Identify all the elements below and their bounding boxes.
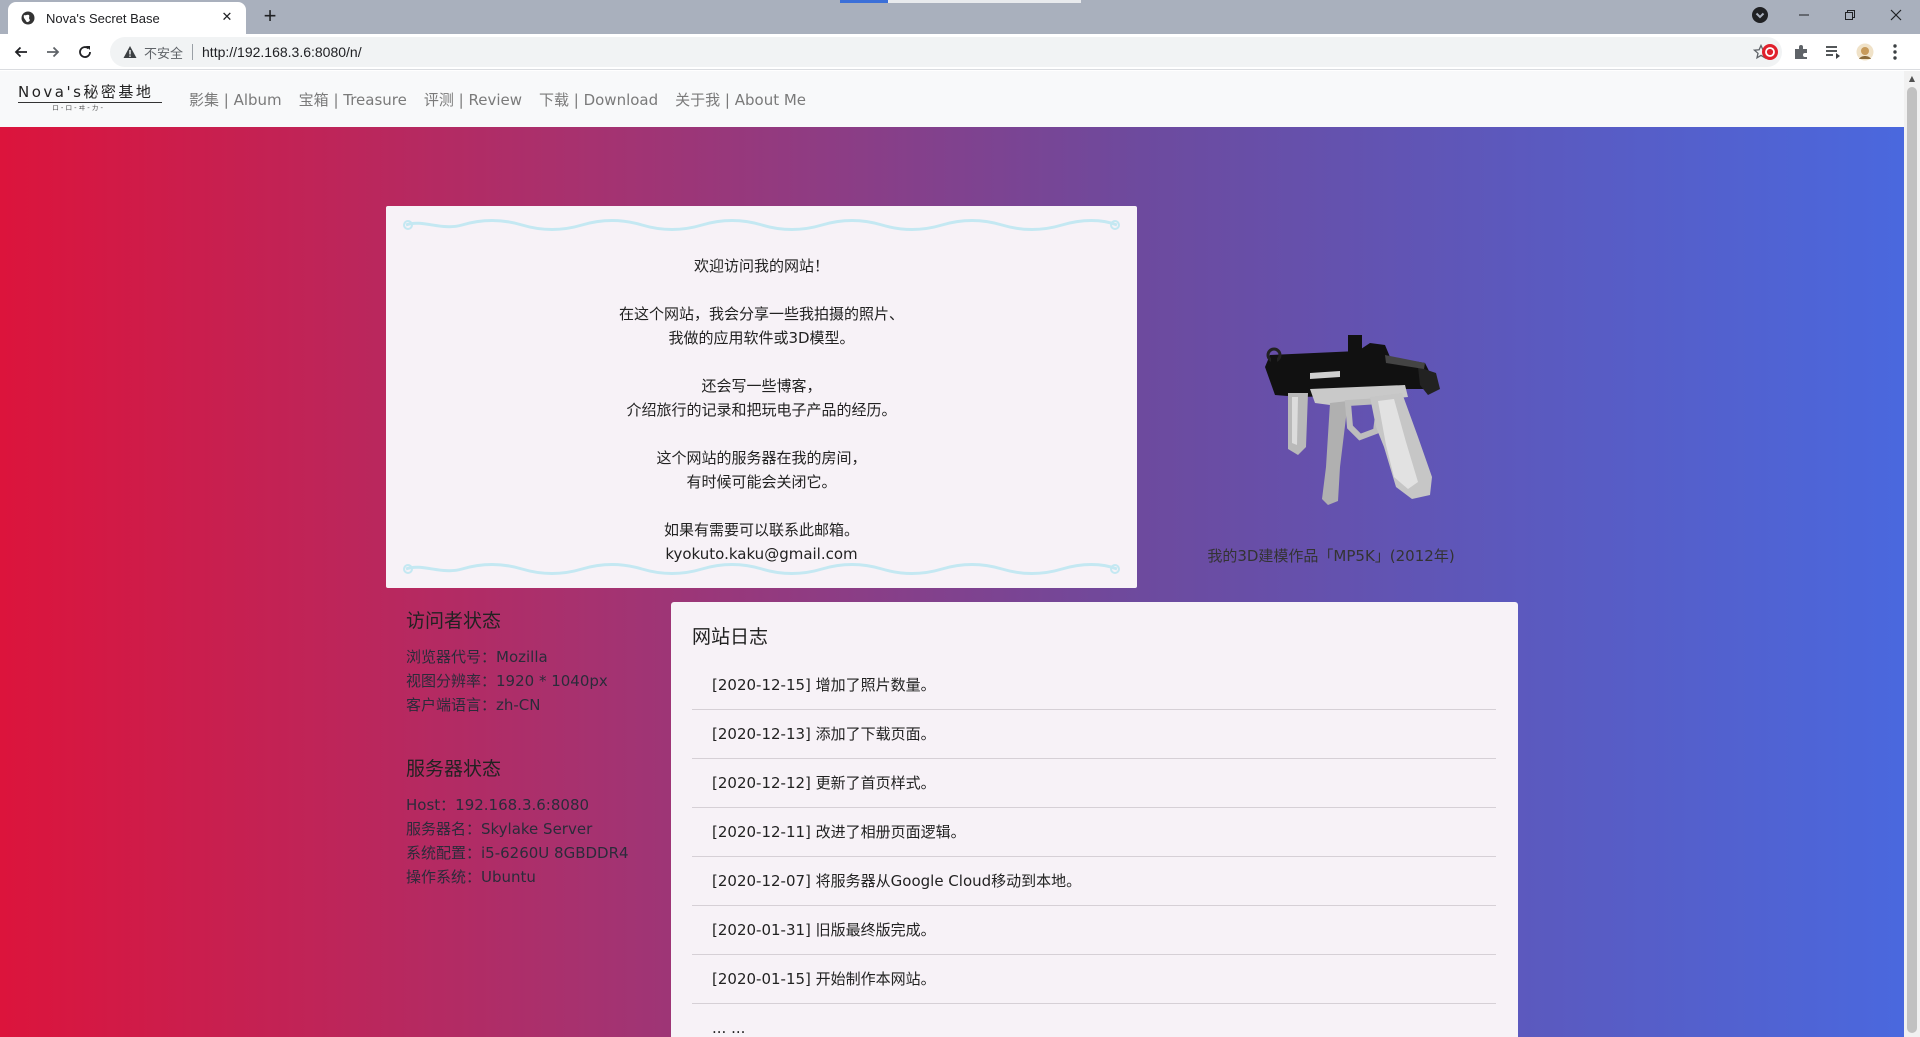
welcome-line: 这个网站的服务器在我的房间，	[656, 449, 867, 467]
reload-icon[interactable]	[73, 40, 97, 64]
page-scrollbar[interactable]: ▲	[1904, 71, 1920, 1037]
forward-icon[interactable]	[41, 40, 65, 64]
welcome-line: 如果有需要可以联系此邮箱。	[663, 521, 859, 539]
site-brand-logo[interactable]: Nova's秘密基地 ロ-ロ-ヰ-カ-	[18, 83, 162, 115]
server-status-title: 服务器状态	[406, 758, 502, 780]
log-item: [2020-12-12] 更新了首页样式。	[692, 759, 1496, 808]
scroll-up-arrow-icon[interactable]: ▲	[1904, 73, 1920, 85]
server-host: Host：192.168.3.6:8080	[406, 796, 590, 814]
nav-album[interactable]: 影集 | Album	[189, 89, 282, 110]
welcome-card: 欢迎访问我的网站！ 在这个网站，我会分享一些我拍摄的照片、 我做的应用软件或3D…	[386, 206, 1137, 588]
hero-gradient-section: 欢迎访问我的网站！ 在这个网站，我会分享一些我拍摄的照片、 我做的应用软件或3D…	[0, 127, 1904, 1037]
mp5k-3d-model-image[interactable]	[1180, 277, 1480, 537]
site-navbar: Nova's秘密基地 ロ-ロ-ヰ-カ- 影集 | Album 宝箱 | Trea…	[0, 71, 1904, 127]
new-tab-button[interactable]: +	[258, 4, 282, 28]
nav-about-me[interactable]: 关于我 | About Me	[675, 89, 806, 110]
tabstrip-indicator	[840, 0, 888, 3]
welcome-line: 我做的应用软件或3D模型。	[668, 329, 855, 347]
tab-search-icon[interactable]	[1738, 0, 1782, 30]
log-item: [2020-12-11] 改进了相册页面逻辑。	[692, 808, 1496, 857]
brand-title: Nova's秘密基地	[18, 83, 162, 103]
welcome-line: 在这个网站，我会分享一些我拍摄的照片、	[618, 305, 904, 323]
back-icon[interactable]	[9, 40, 33, 64]
visitor-status-title: 访问者状态	[406, 610, 502, 632]
browser-toolbar: 不安全 http://192.168.3.6:8080/n/	[0, 34, 1920, 70]
wave-border-top	[403, 219, 1120, 231]
tab-title: Nova's Secret Base	[46, 10, 160, 26]
nav-download[interactable]: 下载 | Download	[539, 89, 658, 110]
restore-icon[interactable]	[1828, 0, 1872, 30]
server-name: 服务器名：Skylake Server	[406, 820, 593, 838]
url-text[interactable]: http://192.168.3.6:8080/n/	[202, 44, 362, 60]
nav-review[interactable]: 评测 | Review	[424, 89, 522, 110]
brand-subtitle: ロ-ロ-ヰ-カ-	[52, 104, 105, 112]
omnibox-separator	[192, 44, 194, 60]
status-spacer	[406, 717, 646, 755]
globe-icon	[20, 10, 36, 26]
reading-list-icon[interactable]	[1823, 42, 1843, 62]
tabstrip-indicator-secondary	[888, 0, 1081, 3]
log-item-ellipsis: ... ...	[712, 1019, 746, 1037]
model-caption: 我的3D建模作品「MP5K」(2012年)	[1207, 547, 1455, 565]
close-window-icon[interactable]	[1874, 0, 1918, 30]
close-tab-icon[interactable]: ✕	[218, 9, 236, 27]
site-nav-links: 影集 | Album 宝箱 | Treasure 评测 | Review 下载 …	[189, 89, 823, 110]
contact-email[interactable]: kyokuto.kaku@gmail.com	[665, 545, 857, 563]
site-log-list: [2020-12-15] 增加了照片数量。 [2020-12-13] 添加了下载…	[692, 661, 1496, 1037]
visitor-language: 客户端语言：zh-CN	[406, 696, 541, 714]
welcome-line: 介绍旅行的记录和把玩电子产品的经历。	[626, 401, 897, 419]
browser-tab-active[interactable]: Nova's Secret Base ✕	[8, 2, 246, 34]
welcome-line: 还会写一些博客，	[701, 377, 822, 395]
extension-red-icon[interactable]	[1760, 42, 1780, 62]
visitor-browser: 浏览器代号：Mozilla	[406, 648, 548, 666]
site-log-title: 网站日志	[692, 626, 769, 648]
server-os: 操作系统：Ubuntu	[406, 868, 536, 886]
profile-avatar-icon[interactable]	[1855, 42, 1875, 62]
wave-border-bottom	[403, 563, 1120, 575]
browser-tabstrip: Nova's Secret Base ✕ +	[0, 0, 1920, 34]
warning-icon[interactable]	[122, 44, 138, 60]
minimize-icon[interactable]	[1782, 0, 1826, 30]
server-config: 系统配置：i5-6260U 8GBDDR4	[406, 844, 629, 862]
nav-treasure[interactable]: 宝箱 | Treasure	[299, 89, 407, 110]
site-log-card: 网站日志 [2020-12-15] 增加了照片数量。 [2020-12-13] …	[671, 602, 1518, 1037]
log-item: [2020-12-07] 将服务器从Google Cloud移动到本地。	[692, 857, 1496, 906]
status-column: 访问者状态 浏览器代号：Mozilla 视图分辨率：1920 * 1040px …	[406, 607, 646, 889]
log-item: [2020-01-15] 开始制作本网站。	[692, 955, 1496, 1004]
page-viewport: Nova's秘密基地 ロ-ロ-ヰ-カ- 影集 | Album 宝箱 | Trea…	[0, 71, 1904, 1037]
address-bar[interactable]: 不安全 http://192.168.3.6:8080/n/	[110, 37, 1782, 67]
visitor-resolution: 视图分辨率：1920 * 1040px	[406, 672, 608, 690]
log-item: [2020-12-13] 添加了下载页面。	[692, 710, 1496, 759]
log-item: [2020-01-31] 旧版最终版完成。	[692, 906, 1496, 955]
log-item: [2020-12-15] 增加了照片数量。	[692, 661, 1496, 710]
insecure-label[interactable]: 不安全	[144, 43, 183, 62]
welcome-text: 欢迎访问我的网站！ 在这个网站，我会分享一些我拍摄的照片、 我做的应用软件或3D…	[386, 254, 1137, 590]
menu-kebab-icon[interactable]	[1885, 42, 1905, 62]
welcome-line: 有时候可能会关闭它。	[686, 473, 837, 491]
scrollbar-thumb[interactable]	[1907, 87, 1917, 1033]
extensions-puzzle-icon[interactable]	[1791, 42, 1811, 62]
welcome-greeting: 欢迎访问我的网站！	[693, 257, 829, 275]
